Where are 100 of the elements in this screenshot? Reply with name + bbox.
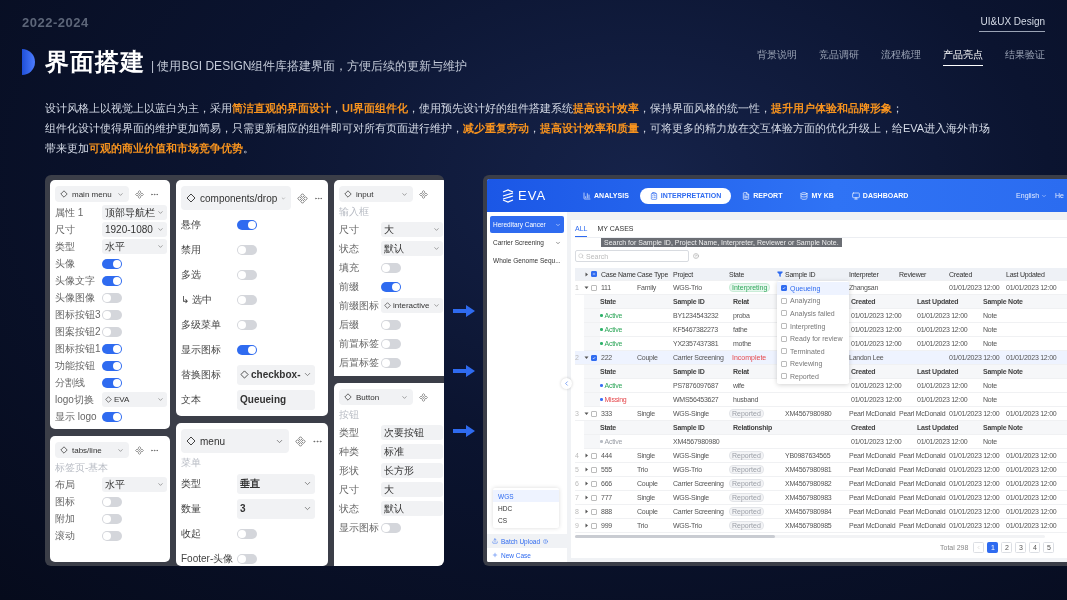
- select-field[interactable]: EVA: [102, 392, 167, 407]
- checkbox[interactable]: [781, 360, 787, 367]
- checkbox[interactable]: [781, 373, 787, 380]
- checkbox[interactable]: [591, 271, 597, 277]
- toggle-switch[interactable]: [237, 219, 257, 230]
- toggle-switch[interactable]: [102, 292, 122, 303]
- filter-icon[interactable]: [777, 271, 783, 277]
- toggle-switch[interactable]: [102, 530, 122, 541]
- toggle-switch[interactable]: [102, 513, 122, 524]
- toggle-switch[interactable]: [237, 244, 257, 255]
- property-label: 数量: [181, 501, 202, 516]
- checkbox[interactable]: [591, 284, 597, 291]
- nav-link[interactable]: 竞品调研: [819, 48, 859, 66]
- caret-right-icon[interactable]: [584, 509, 589, 514]
- checkbox[interactable]: [591, 522, 597, 529]
- chart-icon: [583, 191, 592, 200]
- caret-down-icon[interactable]: [584, 285, 589, 290]
- caret-right-icon[interactable]: [584, 495, 589, 500]
- select-field[interactable]: 顶部导航栏: [102, 205, 167, 220]
- checkbox[interactable]: [591, 508, 597, 515]
- toggle-switch[interactable]: [237, 528, 257, 539]
- toggle-switch[interactable]: [102, 343, 122, 354]
- previous-page-button[interactable]: [973, 542, 985, 553]
- select-field[interactable]: interactive: [381, 298, 443, 313]
- text-field[interactable]: 标准: [381, 444, 443, 459]
- select-field[interactable]: 大: [381, 222, 443, 237]
- toggle-switch[interactable]: [237, 553, 257, 564]
- toggle-switch[interactable]: [381, 319, 401, 330]
- diamond-icon: [60, 190, 68, 198]
- checkbox[interactable]: [591, 452, 597, 459]
- text-field[interactable]: Queueing: [237, 389, 315, 410]
- nav-link[interactable]: 产品亮点: [943, 48, 983, 66]
- toggle-switch[interactable]: [237, 319, 257, 330]
- component-icon[interactable]: [295, 435, 307, 447]
- toggle-switch[interactable]: [381, 522, 401, 533]
- nav-link[interactable]: 背景说明: [757, 48, 797, 66]
- select-field[interactable]: 水平: [102, 239, 167, 254]
- caret-right-icon[interactable]: [584, 523, 589, 528]
- chevron-down-icon: [433, 302, 440, 309]
- select-field[interactable]: 3: [237, 498, 315, 519]
- toggle-switch[interactable]: [102, 309, 122, 320]
- checkbox[interactable]: [781, 285, 787, 292]
- checkbox[interactable]: [591, 494, 597, 501]
- text-field[interactable]: 长方形: [381, 463, 443, 478]
- toggle-switch[interactable]: [381, 357, 401, 368]
- toggle-switch[interactable]: [102, 496, 122, 507]
- caret-down-icon[interactable]: [584, 355, 589, 360]
- component-icon[interactable]: [419, 189, 428, 199]
- caret-right-icon[interactable]: [584, 271, 589, 277]
- select-field[interactable]: 水平: [102, 477, 167, 492]
- toggle-switch[interactable]: [102, 326, 122, 337]
- toggle-switch[interactable]: [102, 275, 122, 286]
- component-icon[interactable]: [135, 445, 144, 455]
- caret-right-icon[interactable]: [584, 453, 589, 458]
- toggle-switch[interactable]: [381, 281, 401, 292]
- caret-right-icon[interactable]: [584, 481, 589, 486]
- toggle-switch[interactable]: [381, 338, 401, 349]
- select-field[interactable]: 1920-1080: [102, 222, 167, 237]
- component-icon[interactable]: [135, 189, 144, 199]
- toggle-switch[interactable]: [102, 360, 122, 371]
- component-selector[interactable]: main menu: [55, 186, 129, 202]
- checkbox[interactable]: [781, 348, 787, 355]
- checkbox[interactable]: [591, 466, 597, 473]
- toggle-switch[interactable]: [102, 411, 122, 422]
- component-selector[interactable]: Button: [339, 389, 413, 405]
- checkbox[interactable]: [781, 297, 787, 304]
- component-selector[interactable]: input: [339, 186, 413, 202]
- text-field[interactable]: 次要按钮: [381, 425, 443, 440]
- select-field[interactable]: 默认: [381, 241, 443, 256]
- checkbox[interactable]: [591, 354, 597, 361]
- select-field[interactable]: checkbox-: [237, 364, 315, 385]
- property-label: 尺寸: [55, 222, 76, 237]
- toggle-switch[interactable]: [237, 294, 257, 305]
- toggle-switch[interactable]: [102, 258, 122, 269]
- checkbox[interactable]: [781, 310, 787, 317]
- component-selector[interactable]: components/drop: [181, 186, 291, 210]
- help-icon[interactable]: [693, 253, 699, 259]
- toggle-switch[interactable]: [102, 377, 122, 388]
- text-field[interactable]: 大: [381, 482, 443, 497]
- toggle-switch[interactable]: [237, 344, 257, 355]
- checkbox[interactable]: [591, 410, 597, 417]
- logo-icon: [501, 188, 515, 203]
- nav-link[interactable]: 流程梳理: [881, 48, 921, 66]
- scrollbar[interactable]: [575, 535, 1045, 538]
- toggle-switch[interactable]: [237, 269, 257, 280]
- toggle-switch[interactable]: [381, 262, 401, 273]
- text-field[interactable]: 默认: [381, 501, 443, 516]
- caret-right-icon[interactable]: [584, 467, 589, 472]
- property-label: 收起: [181, 526, 202, 541]
- nav-link[interactable]: 结果验证: [1005, 48, 1045, 66]
- component-selector[interactable]: tabs/line: [55, 442, 129, 458]
- caret-down-icon[interactable]: [584, 411, 589, 416]
- component-icon[interactable]: [297, 192, 308, 204]
- collapse-button[interactable]: [561, 378, 572, 389]
- checkbox[interactable]: [781, 323, 787, 330]
- checkbox[interactable]: [591, 480, 597, 487]
- component-selector[interactable]: menu: [181, 429, 290, 453]
- checkbox[interactable]: [781, 335, 787, 342]
- select-field[interactable]: 垂直: [237, 473, 315, 494]
- component-icon[interactable]: [419, 392, 428, 402]
